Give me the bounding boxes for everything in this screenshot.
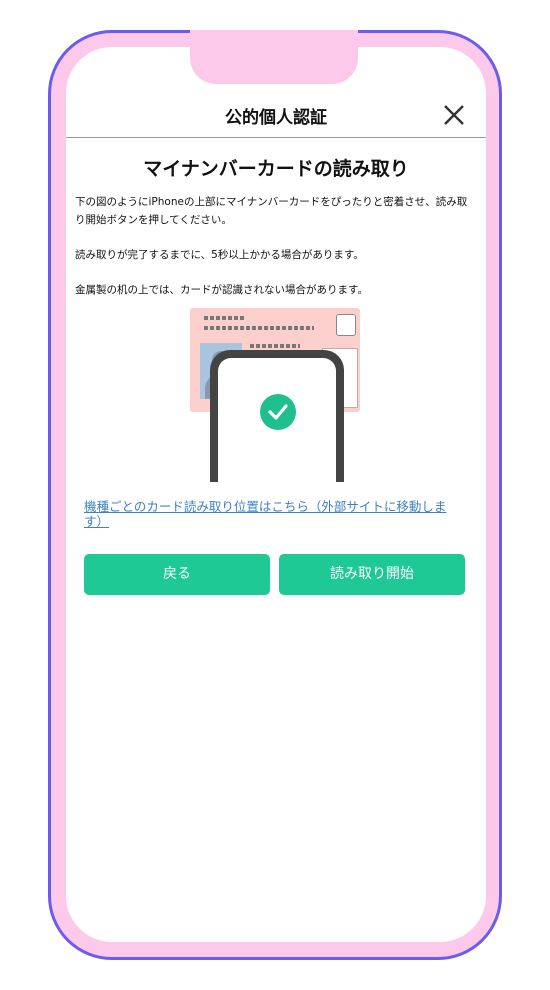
- close-button[interactable]: [441, 102, 467, 128]
- phone-screen: 公的個人認証 マイナンバーカードの読み取り 下の図のようにiPhoneの上部にマ…: [66, 47, 486, 942]
- duration-note: 読み取りが完了するまでに、5秒以上かかる場合があります。: [75, 249, 364, 261]
- phone-illustration: [210, 350, 344, 482]
- card-reading-illustration: [190, 308, 362, 482]
- page-heading: マイナンバーカードの読み取り: [143, 158, 409, 180]
- check-icon: [260, 394, 296, 430]
- metal-desk-note: 金属製の机の上では、カードが認識されない場合があります。: [75, 284, 368, 296]
- modal-title: 公的個人認証: [225, 108, 327, 128]
- card-position-link[interactable]: 機種ごとのカード読み取り位置はこちら（外部サイトに移動します）: [84, 499, 464, 529]
- start-reading-button[interactable]: 読み取り開始: [279, 554, 465, 595]
- card-emblem: [336, 314, 356, 336]
- back-button[interactable]: 戻る: [84, 554, 270, 595]
- close-icon: [444, 105, 464, 125]
- instruction-text: 下の図のようにiPhoneの上部にマイナンバーカードをぴったりと密着させ、読み取…: [75, 196, 468, 226]
- device-notch: [190, 30, 358, 84]
